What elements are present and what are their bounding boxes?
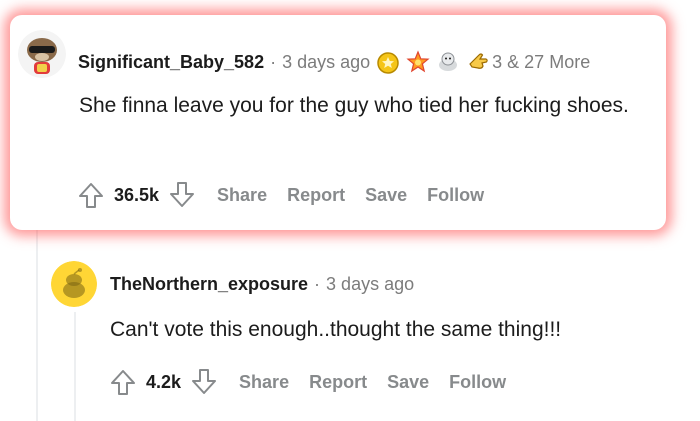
- meta-separator: ·: [314, 274, 321, 294]
- follow-button[interactable]: Follow: [427, 185, 484, 206]
- reply-actions: 4.2k Share Report Save Follow: [108, 367, 506, 397]
- meta-separator: ·: [270, 51, 277, 72]
- comment-body: She finna leave you for the guy who tied…: [79, 94, 629, 117]
- follow-button[interactable]: Follow: [449, 372, 506, 393]
- thread-line-reply[interactable]: [74, 312, 76, 421]
- gold-award-icon[interactable]: [376, 50, 400, 74]
- upvote-arrow-icon[interactable]: [76, 180, 106, 210]
- save-button[interactable]: Save: [387, 372, 429, 393]
- vote-score: 4.2k: [146, 371, 182, 392]
- star-award-icon[interactable]: [406, 50, 430, 74]
- share-button[interactable]: Share: [239, 372, 289, 393]
- comment-meta: Significant_Baby_582 · 3 days ago 3 & 27…: [78, 50, 590, 74]
- upvote-arrow-icon[interactable]: [108, 367, 138, 397]
- more-awards-link[interactable]: 3 & 27 More: [492, 52, 590, 73]
- wholesome-seal-icon[interactable]: [436, 50, 460, 74]
- username-link[interactable]: Significant_Baby_582: [78, 52, 264, 73]
- pointing-hand-award-icon[interactable]: [466, 50, 490, 74]
- snoo-default-avatar-icon: [51, 261, 97, 307]
- report-button[interactable]: Report: [309, 372, 367, 393]
- vote-score: 36.5k: [114, 184, 160, 205]
- downvote-arrow-icon[interactable]: [167, 180, 197, 210]
- reply-avatar[interactable]: [51, 261, 97, 307]
- reply-meta: TheNorthern_exposure · 3 days ago: [110, 274, 414, 295]
- avatar[interactable]: [18, 30, 66, 78]
- reply-body: Can't vote this enough..thought the same…: [110, 318, 562, 341]
- reply-username-link[interactable]: TheNorthern_exposure: [110, 274, 308, 295]
- comment-timestamp[interactable]: 3 days ago: [282, 52, 370, 73]
- reply-timestamp[interactable]: 3 days ago: [326, 274, 414, 295]
- comment-actions: 36.5k Share Report Save Follow: [76, 180, 484, 210]
- awards-list[interactable]: [376, 50, 490, 74]
- save-button[interactable]: Save: [365, 185, 407, 206]
- report-button[interactable]: Report: [287, 185, 345, 206]
- snoo-sunglasses-avatar-icon: [18, 30, 66, 78]
- downvote-arrow-icon[interactable]: [189, 367, 219, 397]
- share-button[interactable]: Share: [217, 185, 267, 206]
